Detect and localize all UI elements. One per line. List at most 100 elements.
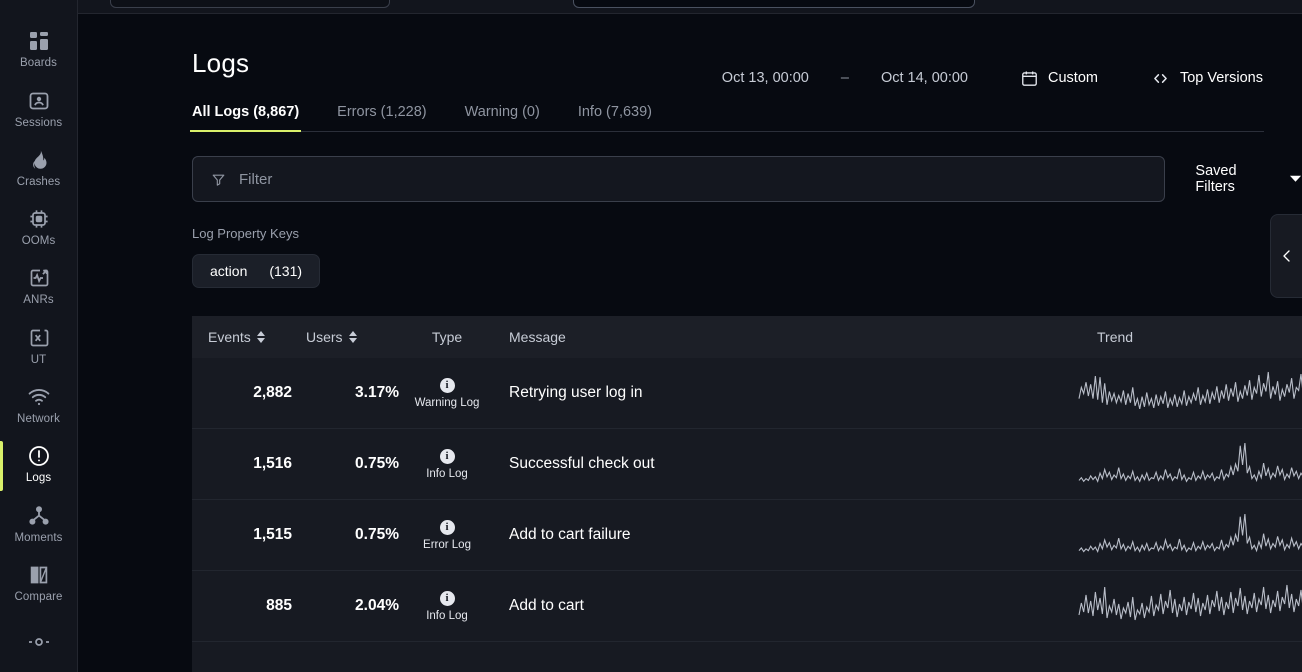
versions-selector-button[interactable]: Top Versions bbox=[1150, 68, 1263, 89]
table-row[interactable]: 885 2.04% i Info Log Add to cart bbox=[192, 571, 1302, 642]
chip-icon bbox=[27, 207, 51, 231]
sidebar-item-label: Sessions bbox=[14, 116, 63, 129]
users-value: 3.17% bbox=[355, 384, 399, 401]
cell-events: 1,516 bbox=[192, 455, 292, 473]
logs-table: Events Users Type Message Trend 2,882 3.1… bbox=[192, 316, 1302, 672]
sidebar-item-moments[interactable]: Moments bbox=[0, 494, 77, 553]
events-value: 885 bbox=[266, 597, 292, 614]
users-value: 0.75% bbox=[355, 526, 399, 543]
cell-message: Retrying user log in bbox=[495, 384, 1077, 402]
sidebar-item-extra[interactable] bbox=[0, 613, 77, 672]
sidebar-item-sessions[interactable]: Sessions bbox=[0, 79, 77, 138]
sidebar-item-label: ANRs bbox=[23, 294, 54, 307]
flame-icon bbox=[27, 148, 51, 172]
message-value: Add to cart bbox=[509, 597, 584, 614]
sidebar-item-boards[interactable]: Boards bbox=[0, 20, 77, 79]
tab-errors[interactable]: Errors (1,228) bbox=[337, 104, 426, 131]
sidebar-item-crashes[interactable]: Crashes bbox=[0, 139, 77, 198]
property-key-count: (131) bbox=[269, 263, 303, 279]
top-search-field[interactable] bbox=[110, 0, 390, 8]
column-header-events[interactable]: Events bbox=[192, 329, 292, 345]
sidebar-item-ooms[interactable]: OOMs bbox=[0, 198, 77, 257]
left-sidebar: Boards Sessions Crashes OOMs ANRs UT Net… bbox=[0, 0, 78, 672]
sidebar-item-network[interactable]: Network bbox=[0, 376, 77, 435]
main-content: Logs Oct 13, 00:00 – Oct 14, 00:00 Custo… bbox=[78, 0, 1302, 672]
table-row[interactable]: 1,515 0.75% i Error Log Add to cart failure bbox=[192, 500, 1302, 571]
info-icon: i bbox=[439, 590, 455, 606]
sidebar-item-label: Crashes bbox=[16, 175, 61, 188]
cell-type: i Warning Log bbox=[399, 377, 495, 409]
tab-all-logs[interactable]: All Logs (8,867) bbox=[189, 104, 302, 132]
chevron-left-icon bbox=[1279, 248, 1295, 264]
info-icon: i bbox=[439, 377, 455, 393]
top-secondary-field[interactable] bbox=[573, 0, 975, 8]
search-input[interactable]: Filter bbox=[192, 156, 1166, 202]
message-value: Successful check out bbox=[509, 455, 655, 472]
saved-filters-dropdown[interactable]: Saved Filters bbox=[1195, 163, 1302, 195]
log-property-keys-label: Log Property Keys bbox=[192, 226, 299, 241]
sidebar-item-compare[interactable]: Compare bbox=[0, 553, 77, 612]
tab-warning[interactable]: Warning (0) bbox=[465, 104, 540, 131]
calendar-icon bbox=[1020, 69, 1039, 88]
trend-sparkline bbox=[1078, 513, 1302, 553]
column-header-message: Message bbox=[509, 329, 566, 345]
type-label: Info Log bbox=[426, 467, 468, 480]
message-value: Add to cart failure bbox=[509, 526, 631, 543]
sidebar-item-label: OOMs bbox=[21, 235, 56, 248]
header-controls: Oct 13, 00:00 – Oct 14, 00:00 Custom Top… bbox=[722, 66, 1263, 90]
column-header-type: Type bbox=[431, 329, 463, 345]
code-brackets-icon bbox=[1150, 68, 1171, 89]
table-body: 2,882 3.17% i Warning Log Retrying user log … bbox=[192, 358, 1302, 672]
cell-type: i Info Log bbox=[399, 448, 495, 480]
date-range-label: Custom bbox=[1048, 70, 1098, 86]
cell-trend bbox=[1077, 370, 1302, 416]
cell-message: Add to cart bbox=[495, 597, 1077, 615]
sidebar-item-anrs[interactable]: ANRs bbox=[0, 257, 77, 316]
type-label: Info Log bbox=[426, 609, 468, 622]
cell-events: 885 bbox=[192, 597, 292, 615]
sort-icon bbox=[348, 331, 357, 343]
table-row[interactable] bbox=[192, 642, 1302, 672]
cell-events: 1,515 bbox=[192, 526, 292, 544]
info-icon: i bbox=[439, 519, 455, 535]
cell-message: Successful check out bbox=[495, 455, 1077, 473]
cell-trend bbox=[1077, 441, 1302, 487]
users-value: 0.75% bbox=[355, 455, 399, 472]
versions-label: Top Versions bbox=[1179, 70, 1263, 86]
cell-type: i Info Log bbox=[399, 590, 495, 622]
table-row[interactable]: 1,516 0.75% i Info Log Successful check out bbox=[192, 429, 1302, 500]
users-value: 2.04% bbox=[355, 597, 399, 614]
table-row[interactable]: 2,882 3.17% i Warning Log Retrying user log … bbox=[192, 358, 1302, 429]
trend-sparkline bbox=[1078, 584, 1302, 621]
cell-users: 3.17% bbox=[292, 384, 399, 402]
search-input-placeholder: Filter bbox=[239, 170, 273, 188]
type-label: Error Log bbox=[423, 538, 471, 551]
column-label: Users bbox=[306, 329, 343, 345]
date-range-start[interactable]: Oct 13, 00:00 bbox=[722, 70, 809, 86]
chevron-down-icon bbox=[1289, 170, 1302, 188]
property-key-chip-action[interactable]: action (131) bbox=[192, 254, 321, 288]
funnel-icon bbox=[211, 172, 226, 187]
cell-message: Add to cart failure bbox=[495, 526, 1077, 544]
date-range-separator: – bbox=[840, 70, 849, 86]
wifi-icon bbox=[27, 385, 51, 409]
sidebar-item-logs[interactable]: Logs bbox=[0, 435, 77, 494]
column-header-users[interactable]: Users bbox=[292, 329, 399, 345]
top-strip bbox=[78, 0, 1302, 14]
tab-info[interactable]: Info (7,639) bbox=[578, 104, 652, 131]
sidebar-item-ut[interactable]: UT bbox=[0, 316, 77, 375]
date-range-picker-button[interactable]: Custom bbox=[1020, 69, 1098, 88]
cell-trend bbox=[1077, 512, 1302, 558]
right-panel-toggle[interactable] bbox=[1270, 214, 1302, 298]
cell-trend bbox=[1077, 583, 1302, 629]
column-label: Events bbox=[208, 329, 251, 345]
trend-sparkline bbox=[1078, 371, 1302, 410]
sessions-icon bbox=[27, 89, 51, 113]
cell-users: 0.75% bbox=[292, 455, 399, 473]
date-range-end[interactable]: Oct 14, 00:00 bbox=[881, 70, 968, 86]
settings-icon bbox=[27, 630, 51, 654]
message-value: Retrying user log in bbox=[509, 384, 643, 401]
sidebar-item-label: Compare bbox=[14, 590, 63, 603]
property-key-name: action bbox=[210, 263, 248, 279]
alert-circle-icon bbox=[27, 444, 51, 468]
